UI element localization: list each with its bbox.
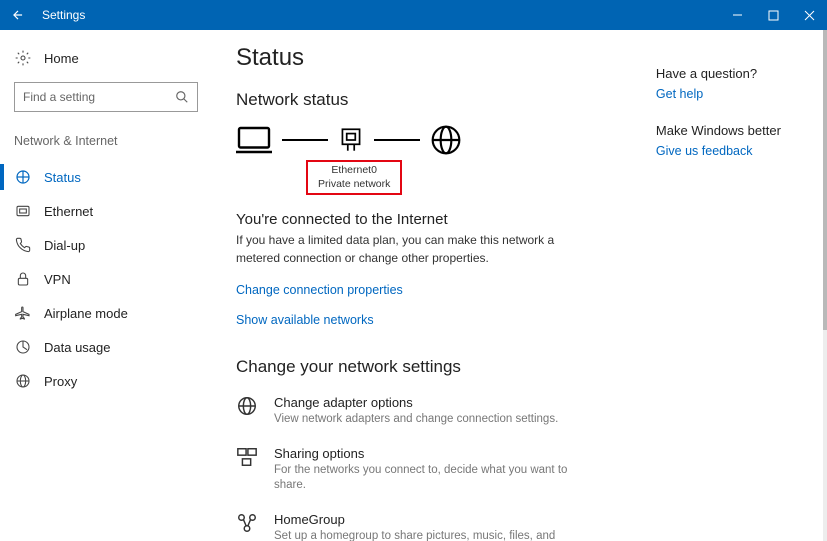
link-show-available-networks[interactable]: Show available networks — [236, 313, 374, 327]
close-button[interactable] — [791, 0, 827, 30]
dialup-icon — [14, 237, 32, 253]
arrow-left-icon — [11, 8, 25, 22]
aside-question-heading: Have a question? — [656, 66, 819, 81]
sidebar-item-ethernet[interactable]: Ethernet — [0, 194, 210, 228]
sidebar-item-label: Dial-up — [44, 238, 85, 253]
sidebar-item-label: Status — [44, 170, 81, 185]
network-status-heading: Network status — [236, 90, 636, 110]
home-label: Home — [44, 51, 79, 66]
globe-icon — [430, 124, 462, 156]
connector-line — [374, 139, 420, 141]
maximize-button[interactable] — [755, 0, 791, 30]
scrollbar-thumb[interactable] — [823, 30, 827, 330]
option-desc: Set up a homegroup to share pictures, mu… — [274, 529, 594, 541]
connected-heading: You're connected to the Internet — [236, 211, 636, 228]
homegroup-icon — [236, 512, 260, 541]
sharing-icon — [236, 446, 260, 494]
airplane-icon — [14, 305, 32, 321]
option-sharing[interactable]: Sharing options For the networks you con… — [236, 446, 636, 494]
aside-improve-heading: Make Windows better — [656, 123, 819, 138]
vpn-icon — [14, 271, 32, 287]
option-title: HomeGroup — [274, 512, 594, 527]
back-button[interactable] — [0, 0, 36, 30]
adapter-options-icon — [236, 395, 260, 428]
adapter-label-highlight: Ethernet0 Private network — [306, 160, 402, 195]
sidebar-item-dialup[interactable]: Dial-up — [0, 228, 210, 262]
link-get-help[interactable]: Get help — [656, 87, 819, 101]
adapter-name: Ethernet0 — [318, 164, 390, 178]
search-placeholder: Find a setting — [23, 90, 95, 104]
change-settings-heading: Change your network settings — [236, 357, 636, 377]
sidebar-item-vpn[interactable]: VPN — [0, 262, 210, 296]
option-homegroup[interactable]: HomeGroup Set up a homegroup to share pi… — [236, 512, 636, 541]
search-icon — [175, 90, 189, 104]
minimize-icon — [732, 10, 743, 21]
maximize-icon — [768, 10, 779, 21]
option-title: Sharing options — [274, 446, 594, 461]
sidebar-item-datausage[interactable]: Data usage — [0, 330, 210, 364]
status-icon — [14, 169, 32, 185]
sidebar-category: Network & Internet — [0, 128, 210, 160]
link-change-connection-properties[interactable]: Change connection properties — [236, 283, 403, 297]
home-button[interactable]: Home — [0, 42, 210, 74]
link-give-feedback[interactable]: Give us feedback — [656, 144, 819, 158]
sidebar-item-proxy[interactable]: Proxy — [0, 364, 210, 398]
sidebar-item-label: Data usage — [44, 340, 111, 355]
minimize-button[interactable] — [719, 0, 755, 30]
sidebar-item-label: VPN — [44, 272, 71, 287]
ethernet-icon — [14, 203, 32, 219]
option-desc: For the networks you connect to, decide … — [274, 463, 594, 494]
adapter-icon — [338, 125, 364, 155]
sidebar-item-status[interactable]: Status — [0, 160, 210, 194]
adapter-type: Private network — [318, 178, 390, 192]
proxy-icon — [14, 373, 32, 389]
computer-icon — [236, 125, 272, 155]
option-change-adapter[interactable]: Change adapter options View network adap… — [236, 395, 636, 428]
sidebar-item-label: Ethernet — [44, 204, 93, 219]
sidebar-item-label: Airplane mode — [44, 306, 128, 321]
window-title: Settings — [36, 8, 85, 22]
gear-icon — [14, 50, 32, 66]
sidebar: Home Find a setting Network & Internet S… — [0, 30, 210, 541]
network-diagram — [236, 124, 636, 156]
datausage-icon — [14, 339, 32, 355]
connector-line — [282, 139, 328, 141]
search-input[interactable]: Find a setting — [14, 82, 198, 112]
connected-desc: If you have a limited data plan, you can… — [236, 232, 566, 267]
sidebar-item-label: Proxy — [44, 374, 77, 389]
titlebar: Settings — [0, 0, 827, 30]
option-title: Change adapter options — [274, 395, 558, 410]
option-desc: View network adapters and change connect… — [274, 412, 558, 428]
page-title: Status — [236, 44, 636, 72]
sidebar-item-airplane[interactable]: Airplane mode — [0, 296, 210, 330]
close-icon — [804, 10, 815, 21]
